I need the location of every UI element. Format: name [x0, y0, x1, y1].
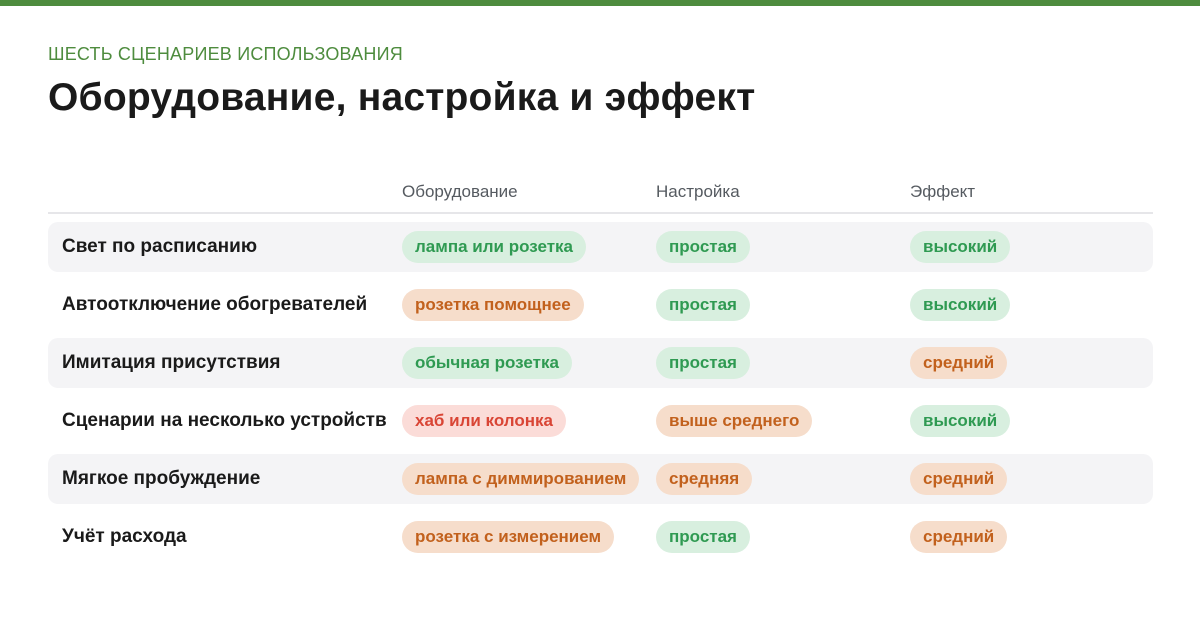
table-row: Имитация присутствия обычная розетка про… — [48, 338, 1153, 388]
effect-badge: средний — [910, 521, 1008, 553]
effect-badge: средний — [910, 347, 1008, 379]
setup-badge: простая — [656, 289, 750, 321]
column-header-effect: Эффект — [910, 182, 976, 201]
table-row: Свет по расписанию лампа или розетка про… — [48, 222, 1153, 272]
effect-badge: высокий — [910, 231, 1011, 263]
equipment-badge: лампа или розетка — [402, 231, 586, 263]
setup-badge: простая — [656, 231, 750, 263]
row-label: Имитация присутствия — [62, 352, 281, 373]
column-header-setup: Настройка — [656, 182, 740, 201]
column-header-equipment: Оборудование — [402, 182, 518, 201]
table-header: Оборудование Настройка Эффект — [48, 170, 1153, 214]
top-accent-bar — [0, 0, 1200, 6]
table-row: Сценарии на несколько устройств хаб или … — [48, 396, 1153, 446]
equipment-badge: обычная розетка — [402, 347, 572, 379]
row-label: Свет по расписанию — [62, 236, 258, 257]
effect-badge: высокий — [910, 405, 1011, 437]
row-label: Учёт расхода — [62, 526, 187, 547]
effect-badge: средний — [910, 463, 1008, 495]
table-body: Свет по расписанию лампа или розетка про… — [48, 222, 1153, 562]
section-eyebrow: ШЕСТЬ СЦЕНАРИЕВ ИСПОЛЬЗОВАНИЯ — [48, 44, 403, 64]
scenarios-table: Оборудование Настройка Эффект Свет по ра… — [48, 170, 1153, 570]
table-row: Автоотключение обогревателей розетка пом… — [48, 280, 1153, 330]
table-row: Учёт расхода розетка с измерением проста… — [48, 512, 1153, 562]
setup-badge: простая — [656, 347, 750, 379]
equipment-badge: лампа с диммированием — [402, 463, 640, 495]
table-row: Мягкое пробуждение лампа с диммированием… — [48, 454, 1153, 504]
equipment-badge: розетка помощнее — [402, 289, 584, 321]
row-label: Сценарии на несколько устройств — [62, 410, 387, 431]
setup-badge: простая — [656, 521, 750, 553]
row-label: Мягкое пробуждение — [62, 468, 261, 489]
setup-badge: выше среднего — [656, 405, 813, 437]
setup-badge: средняя — [656, 463, 753, 495]
page-title: Оборудование, настройка и эффект — [48, 76, 756, 119]
effect-badge: высокий — [910, 289, 1011, 321]
equipment-badge: хаб или колонка — [402, 405, 566, 437]
row-label: Автоотключение обогревателей — [62, 294, 368, 315]
equipment-badge: розетка с измерением — [402, 521, 615, 553]
